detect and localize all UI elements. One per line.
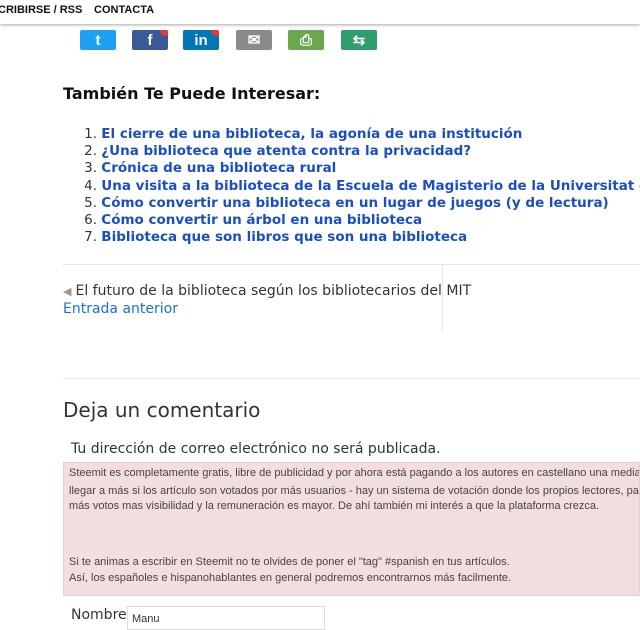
related-post-link[interactable]: Cómo convertir un árbol en una bibliotec… bbox=[101, 212, 422, 228]
notification-badge bbox=[211, 30, 219, 36]
previous-post-title[interactable]: El futuro de la biblioteca según los bib… bbox=[75, 283, 471, 299]
email-notice: Tu dirección de correo electrónico no se… bbox=[71, 441, 441, 457]
name-input[interactable]: Manu bbox=[127, 606, 325, 630]
comment-text-line: llegar a más si los artículo son votados… bbox=[69, 485, 640, 497]
email-icon: ✉ bbox=[247, 32, 261, 49]
twitter-share-button[interactable]: t bbox=[80, 30, 116, 50]
list-item-number: 4. bbox=[84, 177, 97, 194]
comment-text-line: más votos mas visibilidad y la remunerac… bbox=[69, 500, 600, 512]
list-item-number: 6. bbox=[84, 211, 97, 228]
top-nav: CRIBIRSE / RSS CONTACTA bbox=[0, 0, 640, 24]
comment-text-line: Steemit es completamente gratis, libre d… bbox=[69, 467, 640, 479]
nav-subscribe-link[interactable]: CRIBIRSE / RSS bbox=[0, 4, 82, 16]
related-post-link[interactable]: ¿Una biblioteca que atenta contra la pri… bbox=[101, 143, 471, 159]
twitter-icon: t bbox=[95, 32, 101, 49]
print-icon: ⎙ bbox=[299, 32, 312, 49]
list-item: 2. ¿Una biblioteca que atenta contra la … bbox=[63, 143, 640, 160]
linkedin-icon: in bbox=[194, 32, 208, 49]
list-item: 4. Una visita a la biblioteca de la Escu… bbox=[63, 178, 640, 195]
list-item-number: 3. bbox=[84, 160, 97, 177]
facebook-share-button[interactable]: f bbox=[132, 30, 168, 50]
share-icon: ⇆ bbox=[352, 32, 366, 49]
related-post-link[interactable]: Una visita a la biblioteca de la Escuela… bbox=[101, 178, 640, 194]
divider bbox=[63, 264, 640, 265]
list-item: 5. Cómo convertir una biblioteca en un l… bbox=[63, 195, 640, 212]
share-share-button[interactable]: ⇆ bbox=[341, 30, 377, 50]
facebook-icon: f bbox=[147, 32, 153, 49]
list-item: 1. El cierre de una biblioteca, la agoní… bbox=[63, 126, 640, 143]
list-item: 6. Cómo convertir un árbol en una biblio… bbox=[63, 212, 640, 229]
comment-text-line: Así, los españoles e hispanohablantes en… bbox=[69, 572, 512, 584]
email-share-button[interactable]: ✉ bbox=[236, 30, 272, 50]
related-posts-list: 1. El cierre de una biblioteca, la agoní… bbox=[63, 126, 640, 246]
previous-entry-label[interactable]: Entrada anterior bbox=[63, 301, 178, 317]
list-item-number: 1. bbox=[84, 126, 97, 142]
divider bbox=[63, 378, 640, 379]
comment-textarea[interactable]: Steemit es completamente gratis, libre d… bbox=[63, 462, 640, 596]
related-post-link[interactable]: Cómo convertir una biblioteca en un luga… bbox=[101, 195, 608, 211]
nav-contact-link[interactable]: CONTACTA bbox=[94, 4, 154, 16]
list-item-number: 5. bbox=[84, 194, 97, 211]
related-post-link[interactable]: Biblioteca que son libros que son una bi… bbox=[101, 229, 467, 245]
list-item-number: 7. bbox=[84, 229, 97, 246]
related-posts-title: También Te Puede Interesar: bbox=[63, 84, 321, 103]
notification-badge bbox=[160, 30, 168, 36]
reply-title: Deja un comentario bbox=[63, 398, 261, 422]
print-share-button[interactable]: ⎙ bbox=[288, 30, 324, 50]
linkedin-share-button[interactable]: in bbox=[183, 30, 219, 50]
previous-post-link[interactable]: ◀ El futuro de la biblioteca según los bi… bbox=[63, 283, 471, 299]
related-post-link[interactable]: El cierre de una biblioteca, la agonía d… bbox=[101, 126, 522, 142]
comment-text-line: Si te animas a escribir en Steemit no te… bbox=[69, 556, 510, 568]
name-label: Nombre bbox=[71, 607, 127, 623]
list-item: 7. Biblioteca que son libros que son una… bbox=[63, 229, 640, 246]
related-post-link[interactable]: Crónica de una biblioteca rural bbox=[101, 160, 336, 176]
chevron-left-icon: ◀ bbox=[63, 285, 72, 298]
list-item-number: 2. bbox=[84, 143, 97, 160]
list-item: 3. Crónica de una biblioteca rural bbox=[63, 160, 640, 177]
